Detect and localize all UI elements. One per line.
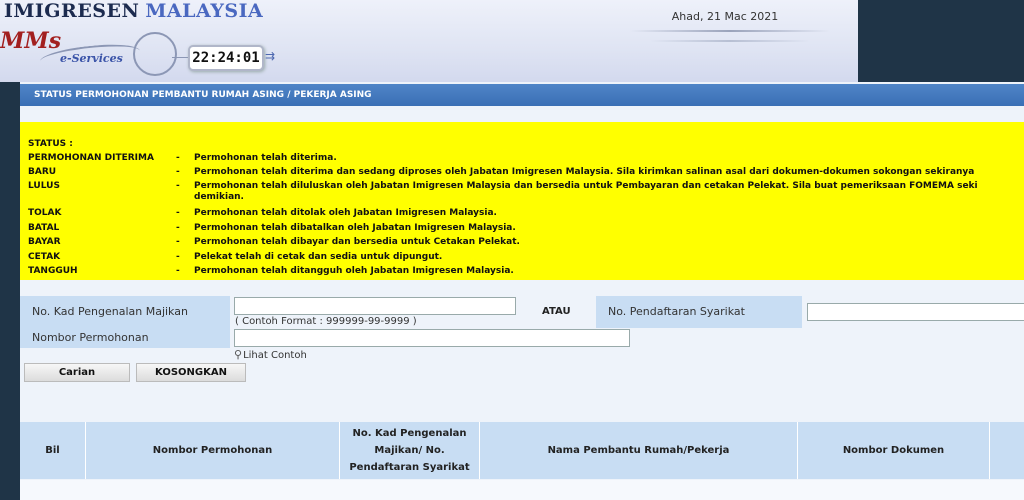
col-kad-line3: Pendaftaran Syarikat <box>349 462 470 473</box>
status-desc: Permohonan telah diterima. <box>194 153 337 163</box>
status-desc: Permohonan telah diluluskan oleh Jabatan… <box>194 181 978 191</box>
status-dash: - <box>176 252 180 262</box>
atau-label: ATAU <box>542 306 571 317</box>
col-extra <box>990 422 1024 479</box>
status-desc: Permohonan telah ditangguh oleh Jabatan … <box>194 266 514 276</box>
brand-imigresen: IMIGRESEN <box>4 0 140 22</box>
brand-malaysia: MALAYSIA <box>145 0 264 22</box>
status-label: LULUS <box>28 181 60 191</box>
status-dash: - <box>176 266 180 276</box>
status-desc: Permohonan telah ditolak oleh Jabatan Im… <box>194 208 497 218</box>
carian-button[interactable]: Carian <box>24 363 130 382</box>
col-kad-pengenalan: No. Kad Pengenalan Majikan/ No. Pendafta… <box>340 422 480 479</box>
status-label: PERMOHONAN DITERIMA <box>28 153 154 163</box>
lihat-contoh-text: Lihat Contoh <box>243 350 307 361</box>
format-hint: ( Contoh Format : 999999-99-9999 ) <box>235 316 417 327</box>
col-kad-line1: No. Kad Pengenalan <box>352 428 467 439</box>
status-dash: - <box>176 181 180 191</box>
syarikat-input[interactable] <box>807 303 1024 321</box>
status-label: CETAK <box>28 252 61 262</box>
status-desc: demikian. <box>194 192 244 202</box>
status-desc: Permohonan telah dibatalkan oleh Jabatan… <box>194 223 516 233</box>
status-desc: Pelekat telah di cetak dan sedia untuk d… <box>194 252 443 262</box>
clock-display: 22:24:01 <box>188 45 264 71</box>
mms-logo: MMs <box>0 28 62 54</box>
table-row <box>20 480 1024 500</box>
status-dash: - <box>176 208 180 218</box>
status-label: BARU <box>28 167 57 177</box>
status-dash: - <box>176 223 180 233</box>
col-bil: Bil <box>20 422 86 479</box>
brand-title: IMIGRESEN MALAYSIA <box>4 0 263 22</box>
date-divider <box>650 40 810 42</box>
kad-pengenalan-input[interactable] <box>234 297 516 315</box>
col-nombor-dokumen: Nombor Dokumen <box>798 422 990 479</box>
logo-ring <box>133 32 177 76</box>
col-kad-line2: Majikan/ No. <box>374 445 445 456</box>
col-nama-pembantu: Nama Pembantu Rumah/Pekerja <box>480 422 798 479</box>
status-desc: Permohonan telah dibayar dan bersedia un… <box>194 237 520 247</box>
status-dash: - <box>176 167 180 177</box>
date-display: Ahad, 21 Mac 2021 <box>671 10 779 23</box>
status-dash: - <box>176 237 180 247</box>
nombor-permohonan-label: Nombor Permohonan <box>20 328 230 348</box>
syarikat-label: No. Pendaftaran Syarikat <box>596 296 802 328</box>
status-label: TANGGUH <box>28 266 78 276</box>
site-header: IMIGRESEN MALAYSIA MMs e-Services 22:24:0… <box>0 0 858 82</box>
nombor-permohonan-input[interactable] <box>234 329 630 347</box>
col-nombor-permohonan: Nombor Permohonan <box>86 422 340 479</box>
refresh-icon: ⇉ <box>265 49 276 63</box>
search-icon: ⚲ <box>234 348 243 361</box>
status-label: BATAL <box>28 223 60 233</box>
date-divider <box>630 30 830 32</box>
status-legend: STATUS : PERMOHONAN DITERIMA - Permohona… <box>20 122 1024 280</box>
lihat-contoh-link[interactable]: ⚲Lihat Contoh <box>234 348 307 361</box>
status-dash: - <box>176 153 180 163</box>
results-table-header: Bil Nombor Permohonan No. Kad Pengenalan… <box>20 422 1024 479</box>
status-heading: STATUS : <box>28 139 73 149</box>
kosongkan-button[interactable]: KOSONGKAN <box>136 363 246 382</box>
main-panel: STATUS PERMOHONAN PEMBANTU RUMAH ASING /… <box>20 82 1024 500</box>
eservices-logo: e-Services <box>60 52 123 65</box>
status-label: TOLAK <box>28 208 62 218</box>
panel-title: STATUS PERMOHONAN PEMBANTU RUMAH ASING /… <box>20 84 1024 106</box>
status-label: BAYAR <box>28 237 61 247</box>
status-desc: Permohonan telah diterima dan sedang dip… <box>194 167 975 177</box>
kad-pengenalan-label: No. Kad Pengenalan Majikan <box>20 296 230 328</box>
